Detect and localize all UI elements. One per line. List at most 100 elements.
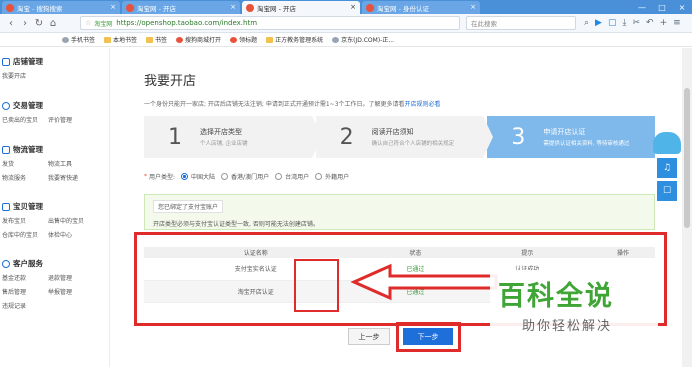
- sidebar-group-title: 宝贝管理: [0, 201, 94, 212]
- step-subtitle: 需提供认证相关资料, 等待审核通过: [543, 141, 630, 147]
- bookmark-item[interactable]: 书签: [146, 35, 167, 44]
- close-icon[interactable]: ×: [230, 3, 236, 11]
- sogou-icon: [230, 36, 238, 43]
- window-controls: — □ ×: [632, 0, 692, 14]
- tab-title: 淘宝 - 搜狗搜索: [17, 4, 63, 13]
- sidebar-item[interactable]: 物流服务: [2, 173, 48, 182]
- sidebar-item[interactable]: 发布宝贝: [2, 216, 48, 225]
- radio-taiwan[interactable]: [275, 173, 283, 180]
- sidebar-item[interactable]: 基金还款: [2, 273, 48, 282]
- minimize-icon[interactable]: —: [632, 3, 652, 12]
- tab-title: 淘宝网 - 身份认证: [377, 4, 429, 13]
- bookmark-item[interactable]: 正方教务管理系统: [266, 35, 323, 44]
- refresh-icon[interactable]: ↻: [32, 18, 46, 29]
- step-subtitle: 确认自己符合个人店铺的相关规定: [371, 141, 455, 147]
- sidebar-item[interactable]: 我要开店: [2, 71, 48, 80]
- sidebar-group-title: 店铺管理: [0, 56, 94, 67]
- user-type-label: 用户类型:: [149, 174, 176, 181]
- radio-mainland[interactable]: [181, 173, 189, 180]
- home-icon[interactable]: ⌂: [46, 18, 60, 29]
- sidebar-group-title: 物流管理: [0, 144, 94, 155]
- notice-text: 开店类型必须与支付宝认证类型一致, 否则可能无法创建店铺。: [153, 221, 319, 228]
- bookmark-label: 领标题: [239, 37, 258, 44]
- sidebar-item[interactable]: 退款管理: [48, 273, 94, 282]
- intro-body: 一个身份只能开一家店; 开店后店铺无法注销; 申请到正式开通预计需1~3个工作日…: [144, 101, 405, 108]
- close-icon[interactable]: ×: [470, 3, 476, 11]
- url-field[interactable]: ☆ 淘宝网 https://openshop.taobao.com/index.…: [80, 16, 460, 30]
- bell-icon[interactable]: ♫: [657, 158, 677, 178]
- sidebar-item[interactable]: 已卖出的宝贝: [2, 115, 48, 124]
- menu-icon[interactable]: ≡: [673, 18, 681, 28]
- sogou-icon: [6, 3, 14, 12]
- step-title: 阅读开店须知: [371, 128, 414, 136]
- sidebar-group-label: 客户服务: [13, 259, 43, 268]
- browser-tab-1[interactable]: 淘宝 - 搜狗搜索 ×: [2, 1, 120, 14]
- window-close-icon[interactable]: ×: [672, 3, 692, 12]
- sidebar-item[interactable]: 发货: [2, 159, 48, 168]
- sidebar-item[interactable]: 仓库中的宝贝: [2, 230, 48, 239]
- sidebar-item[interactable]: 评价管理: [48, 115, 94, 124]
- secure-label: 淘宝网: [94, 20, 113, 28]
- next-button[interactable]: 下一步: [403, 328, 453, 345]
- radio-hk-macau[interactable]: [221, 173, 229, 180]
- browser-tab-3[interactable]: 淘宝网 - 开店 ×: [242, 1, 360, 14]
- sidebar-item[interactable]: 违规记录: [2, 301, 48, 310]
- radio-label: 台湾用户: [285, 174, 310, 181]
- chat-icon[interactable]: ☐: [657, 181, 677, 201]
- step-arrow: [311, 116, 322, 158]
- browser-tab-2[interactable]: 淘宝网 - 开店 ×: [122, 1, 240, 14]
- scrollbar-thumb[interactable]: [684, 88, 690, 228]
- toolbar-icons: ⌕ ▶ ▢ ⤓ ✂ ↶ + ≡: [584, 18, 681, 28]
- bookmark-label: 手机书签: [71, 37, 96, 44]
- prev-button[interactable]: 上一步: [348, 328, 390, 345]
- service-icon: [2, 259, 10, 268]
- tools-icon[interactable]: ✂: [632, 18, 640, 28]
- main-content: 我要开店 一个身份只能开一家店; 开店后店铺无法注销; 申请到正式开通预计需1~…: [110, 48, 682, 367]
- star-icon[interactable]: ☆: [85, 19, 91, 27]
- bookmark-label: 正方教务管理系统: [275, 37, 324, 44]
- step-number: 3: [511, 124, 526, 150]
- tab-title: 淘宝网 - 开店: [257, 4, 296, 13]
- sidebar-group-title: 交易管理: [0, 100, 94, 111]
- undo-icon[interactable]: ↶: [646, 18, 654, 28]
- sidebar-item[interactable]: 我要寄快递: [48, 173, 94, 182]
- play-icon[interactable]: ▶: [595, 18, 602, 28]
- assistant-avatar-icon[interactable]: [653, 132, 681, 154]
- close-icon[interactable]: ×: [350, 3, 356, 11]
- bookmark-item[interactable]: 搜狗商城打开: [176, 35, 221, 44]
- bookmark-label: 搜狗商城打开: [185, 37, 222, 44]
- bookmark-item[interactable]: 本地书签: [104, 35, 137, 44]
- step-progress: 1 选择开店类型 个人店铺, 企业店铺 2 阅读开店须知 确认自己符合个人店铺的相关…: [144, 116, 656, 158]
- tab-title: 淘宝网 - 开店: [137, 4, 176, 13]
- radio-foreign[interactable]: [315, 173, 323, 180]
- browser-tab-4[interactable]: 淘宝网 - 身份认证 ×: [362, 1, 480, 14]
- sidebar-group-goods: 宝贝管理 发布宝贝 出售中的宝贝 仓库中的宝贝 体检中心: [0, 201, 94, 239]
- tab-bar: 淘宝 - 搜狗搜索 × 淘宝网 - 开店 × 淘宝网 - 开店 × 淘宝网 - 身份认…: [0, 0, 692, 14]
- sidebar-item[interactable]: 举报管理: [48, 287, 94, 296]
- close-icon[interactable]: ×: [110, 3, 116, 11]
- screenshot-icon[interactable]: ▢: [608, 18, 617, 28]
- sidebar-item[interactable]: 体检中心: [48, 230, 94, 239]
- search-icon[interactable]: ⌕: [584, 18, 589, 28]
- sidebar-item[interactable]: 出售中的宝贝: [48, 216, 94, 225]
- sidebar-item[interactable]: 物流工具: [48, 159, 94, 168]
- watermark-subtitle: 助你轻松解决: [522, 319, 613, 334]
- maximize-icon[interactable]: □: [652, 3, 672, 12]
- bookmark-item[interactable]: 领标题: [230, 35, 257, 44]
- scrollbar[interactable]: [682, 48, 692, 367]
- step-number: 2: [339, 124, 354, 150]
- bound-account-text: 您已绑定了支付宝账户: [153, 200, 224, 213]
- step-title: 申请开店认证: [543, 128, 586, 136]
- rules-link[interactable]: 开店规则必看: [405, 101, 441, 108]
- taobao-icon: [366, 3, 374, 12]
- forward-icon[interactable]: ›: [18, 18, 32, 29]
- user-type-selector: * 用户类型: 中国大陆 香港/澳门用户 台湾用户 外籍用户: [144, 172, 349, 181]
- bookmark-item[interactable]: 京东(JD.COM)-正...: [332, 35, 394, 44]
- truck-icon: [2, 145, 10, 154]
- add-icon[interactable]: +: [660, 18, 668, 28]
- back-icon[interactable]: ‹: [4, 18, 18, 29]
- bookmark-item[interactable]: 手机书签: [62, 35, 95, 44]
- search-input[interactable]: 在此搜索: [466, 16, 576, 30]
- download-icon[interactable]: ⤓: [622, 18, 626, 28]
- sidebar-item[interactable]: 售后管理: [2, 287, 48, 296]
